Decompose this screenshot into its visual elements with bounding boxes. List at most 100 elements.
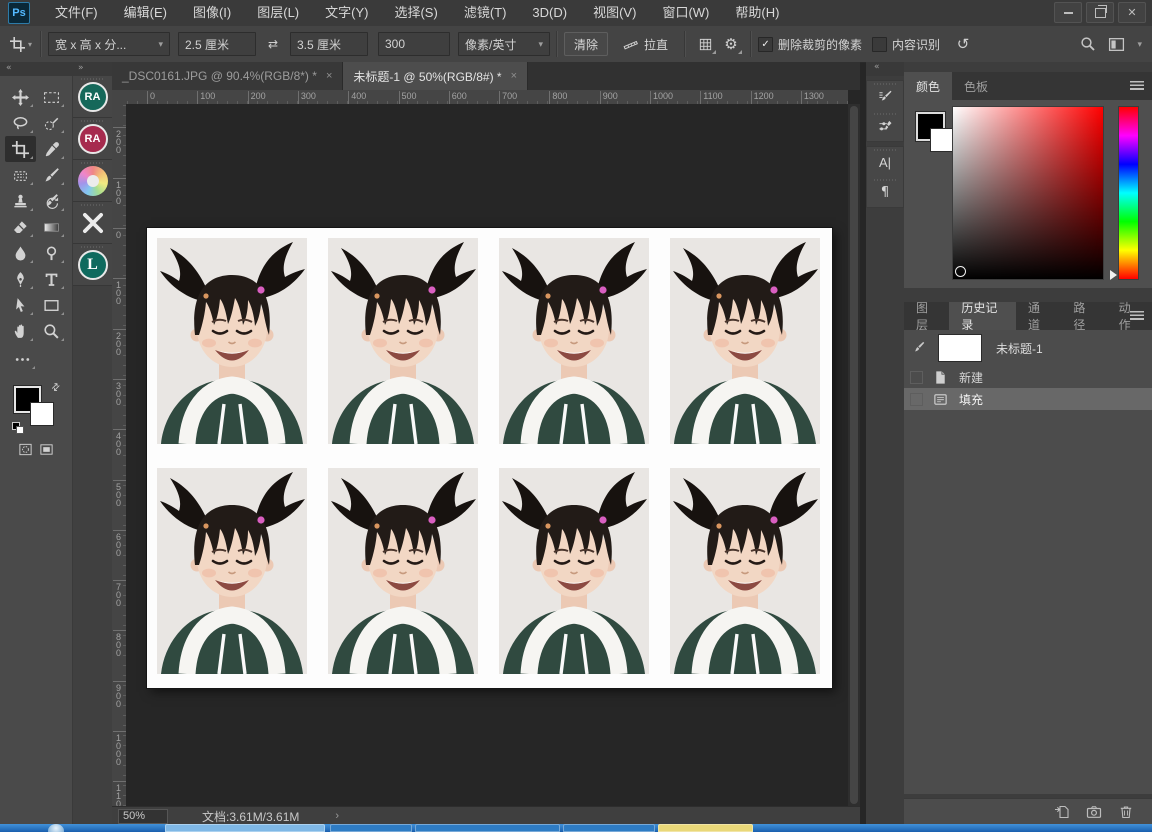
minimize-button[interactable] — [1054, 2, 1082, 23]
extension-badge-3[interactable] — [73, 160, 112, 202]
tool-dodge[interactable] — [36, 240, 67, 266]
document-tab-2[interactable]: 未标题-1 @ 50%(RGB/8#) *× — [343, 62, 528, 90]
menu-item-1[interactable]: 文件(F) — [42, 0, 111, 26]
crop-settings-gear-icon[interactable]: ⚙ — [718, 32, 744, 56]
extension-badge-1[interactable]: RA — [73, 76, 112, 118]
taskbar-app-1[interactable] — [165, 824, 325, 832]
menu-item-2[interactable]: 编辑(E) — [111, 0, 180, 26]
canvas-document[interactable] — [147, 228, 832, 688]
tab-close-icon[interactable]: × — [511, 70, 517, 82]
history-brush-source-icon[interactable] — [910, 341, 928, 355]
zoom-level-field[interactable]: 50% — [118, 809, 168, 824]
new-snapshot-camera-icon[interactable] — [1086, 804, 1102, 820]
taskbar-app-5[interactable] — [658, 824, 753, 832]
panel-group-tab-4[interactable]: 路径 — [1061, 302, 1106, 330]
restore-button[interactable] — [1086, 2, 1114, 23]
windows-taskbar[interactable] — [0, 824, 1152, 832]
history-source-checkbox[interactable] — [910, 371, 923, 384]
workspace-switcher-icon[interactable] — [1108, 36, 1125, 53]
tool-move[interactable] — [5, 84, 36, 110]
search-icon[interactable] — [1080, 36, 1096, 52]
expand-panels-icon[interactable]: « — [866, 62, 904, 76]
history-source-checkbox[interactable] — [910, 393, 923, 406]
crop-overlay-grid-icon[interactable] — [692, 32, 718, 56]
saturation-brightness-field[interactable] — [952, 106, 1104, 280]
crop-tool-preset-icon[interactable]: ▾ — [8, 32, 34, 56]
extension-badge-4[interactable] — [73, 202, 112, 244]
vertical-scrollbar[interactable] — [848, 104, 860, 806]
menu-item-7[interactable]: 滤镜(T) — [451, 0, 520, 26]
close-button[interactable]: ✕ — [1118, 2, 1146, 23]
color-panel-tab-1[interactable]: 颜色 — [904, 72, 952, 100]
straighten-label[interactable]: 拉直 — [644, 36, 668, 53]
document-tab-1[interactable]: _DSC0161.JPG @ 90.4%(RGB/8*) *× — [112, 62, 343, 90]
panel-group-tab-1[interactable]: 图层 — [904, 302, 949, 330]
tool-shape[interactable] — [36, 292, 67, 318]
crop-width-input[interactable]: 2.5 厘米 — [178, 32, 256, 56]
tab-close-icon[interactable]: × — [326, 70, 332, 82]
delete-state-trash-icon[interactable] — [1118, 804, 1134, 820]
taskbar-app-3[interactable] — [415, 824, 560, 832]
new-document-from-state-icon[interactable] — [1054, 804, 1070, 820]
color-field-cursor[interactable] — [955, 266, 966, 277]
menu-item-10[interactable]: 窗口(W) — [649, 0, 722, 26]
panel-group-tab-2[interactable]: 历史记录 — [949, 302, 1016, 330]
default-colors-icon[interactable] — [12, 422, 22, 432]
tool-pen[interactable] — [5, 266, 36, 292]
tool-brush[interactable] — [36, 162, 67, 188]
brush-settings-panel-icon[interactable] — [867, 81, 903, 111]
tool-eyedropper[interactable] — [36, 136, 67, 162]
history-entry-1[interactable]: 新建 — [904, 366, 1152, 388]
scrollbar-thumb[interactable] — [850, 106, 858, 804]
ruler-corner[interactable] — [112, 90, 127, 105]
extension-badge-5[interactable]: L — [73, 244, 112, 286]
history-snapshot-row[interactable]: 未标题-1 — [904, 330, 1152, 366]
quick-mask-icon[interactable] — [18, 442, 33, 457]
straighten-icon[interactable] — [618, 32, 644, 56]
collapse-toolbar-icon[interactable]: « — [6, 63, 12, 73]
panel-group-tab-3[interactable]: 通道 — [1016, 302, 1061, 330]
background-color-swatch[interactable] — [30, 402, 54, 426]
menu-item-3[interactable]: 图像(I) — [180, 0, 244, 26]
tool-lasso[interactable] — [5, 110, 36, 136]
swap-width-height-button[interactable]: ⇄ — [260, 32, 286, 56]
taskbar-app-4[interactable] — [563, 824, 655, 832]
expand-badges-icon[interactable]: » — [78, 63, 84, 73]
panel-menu-icon[interactable] — [1130, 311, 1144, 320]
tool-gradient[interactable] — [36, 214, 67, 240]
screen-mode-icon[interactable] — [39, 442, 54, 457]
character-panel-icon[interactable]: A| — [867, 147, 903, 177]
panel-menu-icon[interactable] — [1130, 81, 1144, 90]
color-panel-tab-2[interactable]: 色板 — [952, 72, 1000, 100]
content-aware-checkbox[interactable] — [872, 37, 887, 52]
swap-colors-icon[interactable]: ⇄ — [49, 381, 63, 395]
content-aware-label[interactable]: 内容识别 — [892, 36, 940, 53]
start-orb[interactable] — [48, 824, 64, 832]
workspace-chevron-icon[interactable]: ▾ — [1137, 39, 1142, 50]
canvas-viewport[interactable] — [126, 104, 848, 806]
tool-stamp[interactable] — [5, 188, 36, 214]
extension-badge-2[interactable]: RA — [73, 118, 112, 160]
tool-pathselect[interactable] — [5, 292, 36, 318]
menu-item-9[interactable]: 视图(V) — [580, 0, 649, 26]
tool-type[interactable] — [36, 266, 67, 292]
panel-background-swatch[interactable] — [930, 128, 954, 152]
history-entry-2[interactable]: 填充 — [904, 388, 1152, 410]
hue-slider[interactable] — [1118, 106, 1139, 280]
delete-cropped-pixels-label[interactable]: 删除裁剪的像素 — [778, 36, 862, 53]
tool-eraser[interactable] — [5, 214, 36, 240]
reset-icon[interactable]: ↺ — [950, 32, 976, 56]
resolution-unit-select[interactable]: 像素/英寸▾ — [458, 32, 550, 56]
tool-edit-toolbar-ellipsis[interactable] — [7, 346, 38, 372]
delete-cropped-pixels-checkbox[interactable]: ✓ — [758, 37, 773, 52]
tool-patch[interactable] — [5, 162, 36, 188]
brushes-panel-icon[interactable] — [867, 111, 903, 141]
menu-item-4[interactable]: 图层(L) — [244, 0, 312, 26]
menu-item-6[interactable]: 选择(S) — [381, 0, 450, 26]
menu-item-11[interactable]: 帮助(H) — [722, 0, 792, 26]
hue-slider-cursor[interactable] — [1110, 270, 1117, 280]
crop-height-input[interactable]: 3.5 厘米 — [290, 32, 368, 56]
tool-zoom[interactable] — [36, 318, 67, 344]
clear-button[interactable]: 清除 — [564, 32, 608, 56]
tool-marquee[interactable] — [36, 84, 67, 110]
